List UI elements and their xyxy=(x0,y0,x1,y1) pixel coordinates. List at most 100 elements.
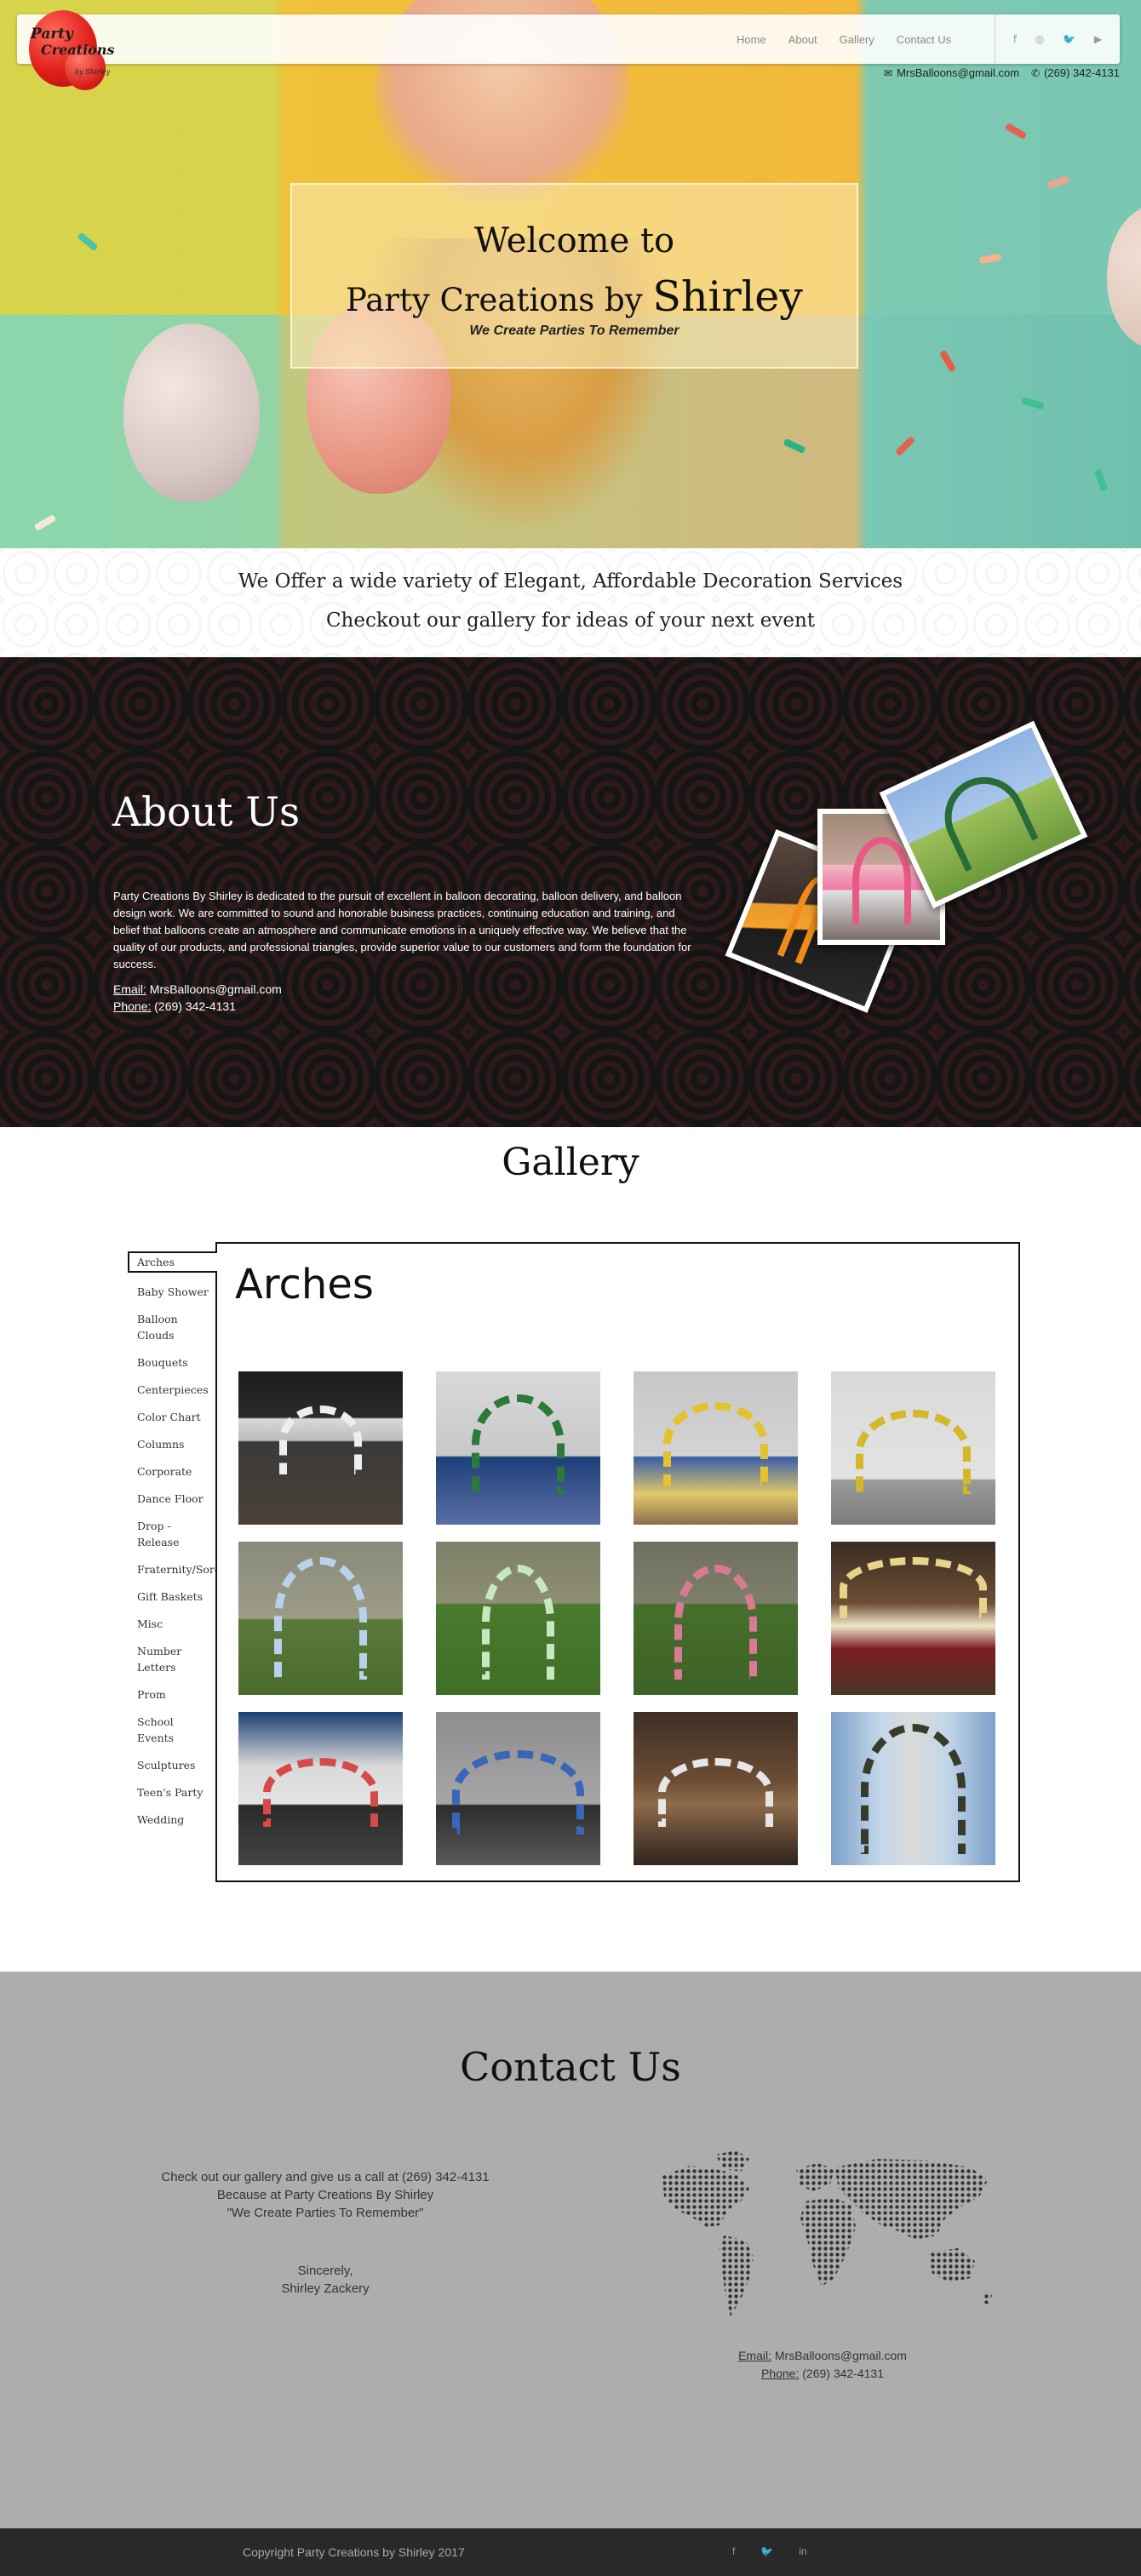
balloon-arch-image xyxy=(839,1557,988,1618)
gallery-category-wedding[interactable]: Wedding xyxy=(128,1812,217,1828)
welcome-tagline: We Create Parties To Remember xyxy=(469,323,679,338)
linkedin-icon[interactable]: in xyxy=(799,2545,806,2557)
gallery-category-centerpieces[interactable]: Centerpieces xyxy=(128,1382,217,1398)
confetti xyxy=(1046,175,1070,190)
gallery-thumbnail[interactable] xyxy=(634,1371,798,1525)
welcome-brand: Party Creations by Shirley xyxy=(292,272,857,321)
balloon-arch-image xyxy=(662,1402,769,1486)
confetti xyxy=(978,253,1002,265)
gallery-category-bouquets[interactable]: Bouquets xyxy=(128,1354,217,1371)
gallery-category-gift-baskets[interactable]: Gift Baskets xyxy=(128,1589,217,1605)
gallery-category-number-letters[interactable]: Number Letters xyxy=(128,1643,183,1675)
gallery-thumbnail[interactable] xyxy=(238,1542,403,1695)
contact-email: Email: MrsBalloons@gmail.com xyxy=(652,2349,993,2362)
nav-link-home[interactable]: Home xyxy=(737,33,766,46)
youtube-icon[interactable]: ▶ xyxy=(1094,33,1102,45)
top-phone[interactable]: ✆ (269) 342-4131 xyxy=(1031,66,1120,79)
balloon-arch-image xyxy=(931,764,1039,873)
about-body: Party Creations By Shirley is dedicated … xyxy=(113,890,691,970)
gallery-category-prom[interactable]: Prom xyxy=(128,1686,217,1703)
gallery-category-balloon-clouds[interactable]: Balloon Clouds xyxy=(128,1311,187,1343)
twitter-icon[interactable]: 🐦 xyxy=(760,2545,773,2557)
gallery-category-fraternity-sorority[interactable]: Fraternity/Sorority xyxy=(128,1561,217,1577)
facebook-icon[interactable]: f xyxy=(732,2545,735,2557)
footer-social-links: f 🐦 in xyxy=(732,2545,807,2557)
gallery-thumbnail[interactable] xyxy=(634,1712,798,1865)
site-logo[interactable]: Party Creations by Shirley xyxy=(24,7,115,92)
gallery-category-sculptures[interactable]: Sculptures xyxy=(128,1757,217,1773)
top-email-text: MrsBalloons@gmail.com xyxy=(897,66,1020,79)
gallery-thumbnail[interactable] xyxy=(238,1371,403,1525)
footer: Copyright Party Creations by Shirley 201… xyxy=(0,2528,1141,2576)
gallery-category-columns[interactable]: Columns xyxy=(128,1436,217,1452)
gallery-category-color-chart[interactable]: Color Chart xyxy=(128,1409,217,1425)
confetti xyxy=(77,232,99,252)
confetti xyxy=(1004,123,1028,140)
balloon-arch-image xyxy=(855,1410,972,1494)
gallery-thumbnail[interactable] xyxy=(634,1542,798,1695)
nav-link-contact[interactable]: Contact Us xyxy=(897,33,951,46)
facebook-icon[interactable]: f xyxy=(1013,33,1017,45)
welcome-brand-prefix: Party Creations by xyxy=(346,282,653,318)
logo-text-line1: Party xyxy=(31,26,74,43)
gallery-category-school-events[interactable]: School Events xyxy=(128,1714,179,1746)
balloon-arch-image xyxy=(674,1565,757,1680)
logo-text-line2: Creations xyxy=(41,42,115,58)
instagram-icon[interactable]: ◎ xyxy=(1035,33,1044,45)
gallery-thumbnail[interactable] xyxy=(831,1542,995,1695)
gallery-category-drop-release[interactable]: Drop - Release xyxy=(128,1518,179,1550)
contact-phone-value[interactable]: (269) 342-4131 xyxy=(802,2367,884,2380)
nav-social-links: f ◎ 🐦 ▶ xyxy=(995,14,1120,64)
gallery-category-baby-shower[interactable]: Baby Shower xyxy=(128,1284,217,1300)
gallery-category-arches[interactable]: Arches xyxy=(128,1251,217,1273)
gallery-thumbnail[interactable] xyxy=(831,1712,995,1865)
balloon-arch-image xyxy=(482,1565,554,1680)
contact-sincerely: Sincerely, xyxy=(297,2264,353,2278)
gallery-panel-title: Arches xyxy=(235,1261,374,1308)
top-email[interactable]: ✉ MrsBalloons@gmail.com xyxy=(884,66,1019,79)
gallery-category-teens-party[interactable]: Teen's Party xyxy=(128,1784,217,1800)
about-email-label: Email: xyxy=(113,982,146,996)
phone-icon: ✆ xyxy=(1031,67,1041,79)
footer-copyright: Copyright Party Creations by Shirley 201… xyxy=(243,2545,465,2559)
twitter-icon[interactable]: 🐦 xyxy=(1063,33,1075,45)
contact-line-3: "We Create Parties To Remember" xyxy=(226,2206,424,2220)
welcome-heading: Welcome to xyxy=(473,221,675,260)
gallery-category-misc[interactable]: Misc xyxy=(128,1616,217,1632)
top-phone-text: (269) 342-4131 xyxy=(1044,66,1120,79)
gallery-thumbnail[interactable] xyxy=(238,1712,403,1865)
balloon-arch-image xyxy=(851,836,911,925)
contact-phone: Phone: (269) 342-4131 xyxy=(652,2367,993,2380)
balloon-arch-image xyxy=(657,1758,774,1827)
top-contact-bar: ✉ MrsBalloons@gmail.com ✆ (269) 342-4131 xyxy=(884,66,1120,79)
nav-link-gallery[interactable]: Gallery xyxy=(840,33,874,46)
contact-email-value[interactable]: MrsBalloons@gmail.com xyxy=(775,2349,907,2362)
contact-line-1: Check out our gallery and give us a call… xyxy=(161,2170,490,2184)
contact-signature: Shirley Zackery xyxy=(281,2281,370,2296)
contact-phone-label: Phone: xyxy=(760,2367,800,2380)
gallery-thumbnail[interactable] xyxy=(436,1712,600,1865)
gallery-thumbnail[interactable] xyxy=(831,1371,995,1525)
hero-banner: Party Creations by Shirley Home About Ga… xyxy=(0,0,1141,548)
about-title: About Us xyxy=(112,789,301,836)
about-email-value[interactable]: MrsBalloons@gmail.com xyxy=(150,982,282,996)
gallery-category-list: Arches Baby Shower Balloon Clouds Bouque… xyxy=(128,1251,217,1839)
gallery-thumbnail[interactable] xyxy=(436,1542,600,1695)
balloon-arch-image xyxy=(262,1758,379,1827)
offer-line-1: We Offer a wide variety of Elegant, Affo… xyxy=(238,570,903,592)
gallery-thumbnail-grid xyxy=(238,1371,995,1865)
nav-link-about[interactable]: About xyxy=(788,33,817,46)
balloon-arch-image xyxy=(274,1557,367,1680)
contact-title: Contact Us xyxy=(460,2044,681,2090)
gallery-category-dance-floor[interactable]: Dance Floor xyxy=(128,1491,217,1507)
about-email: Email: MrsBalloons@gmail.com xyxy=(113,982,282,996)
balloon-arch-image xyxy=(472,1394,565,1494)
welcome-box: Welcome to Party Creations by Shirley We… xyxy=(290,183,858,369)
contact-email-label: Email: xyxy=(738,2349,771,2362)
about-phone-value[interactable]: (269) 342-4131 xyxy=(154,999,236,1013)
about-section: About Us Party Creations By Shirley is d… xyxy=(0,657,1141,1127)
gallery-thumbnail[interactable] xyxy=(436,1371,600,1525)
gallery-category-corporate[interactable]: Corporate xyxy=(128,1463,217,1480)
about-phone-label: Phone: xyxy=(113,999,152,1013)
envelope-icon: ✉ xyxy=(884,67,893,79)
